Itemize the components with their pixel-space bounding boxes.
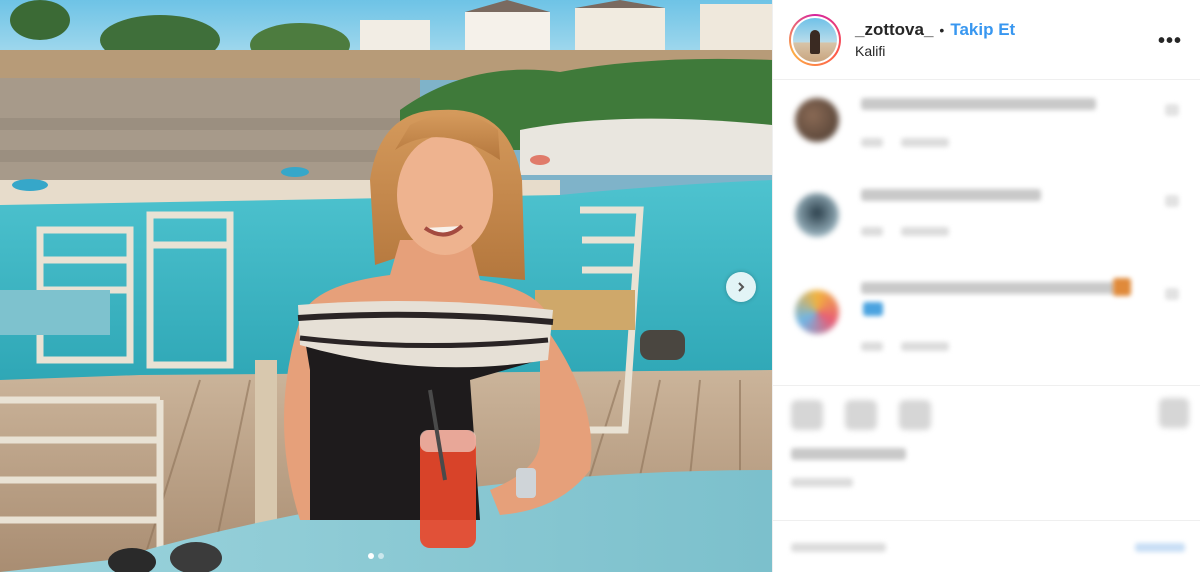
carousel-dot-2: [378, 553, 384, 559]
avatar-image: [793, 17, 837, 62]
photo-scene: [0, 0, 772, 572]
post-comment-button[interactable]: [1135, 543, 1185, 552]
save-icon[interactable]: [1159, 398, 1189, 428]
comment-item: [773, 270, 1200, 360]
username[interactable]: _zottova_: [855, 20, 933, 40]
comment-avatar: [795, 98, 839, 142]
comments-list: [773, 80, 1200, 385]
likes-count: [791, 448, 906, 460]
follow-button[interactable]: Takip Et: [950, 20, 1015, 40]
share-icon[interactable]: [899, 400, 931, 430]
carousel-indicator: [368, 553, 384, 559]
add-comment-bar[interactable]: [773, 520, 1200, 572]
post-header: _zottova_ • Takip Et Kalifi •••: [773, 0, 1200, 80]
post-side-panel: _zottova_ • Takip Et Kalifi •••: [772, 0, 1200, 572]
avatar[interactable]: [789, 13, 841, 66]
comment-input[interactable]: [791, 543, 886, 552]
comment-icon[interactable]: [845, 400, 877, 430]
carousel-dot-1: [368, 553, 374, 559]
more-options-icon[interactable]: •••: [1158, 30, 1182, 53]
post-photo[interactable]: [0, 0, 772, 572]
post-date: [791, 478, 853, 487]
next-slide-button[interactable]: [726, 272, 756, 302]
post-actions: [773, 385, 1200, 515]
comment-item: [773, 80, 1200, 170]
like-icon[interactable]: [791, 400, 823, 430]
location-link[interactable]: Kalifi: [855, 43, 1015, 59]
comment-avatar: [795, 193, 839, 237]
chevron-right-icon: [738, 282, 745, 292]
separator-dot: •: [939, 22, 945, 38]
comment-item: [773, 175, 1200, 265]
comment-avatar: [795, 290, 839, 334]
